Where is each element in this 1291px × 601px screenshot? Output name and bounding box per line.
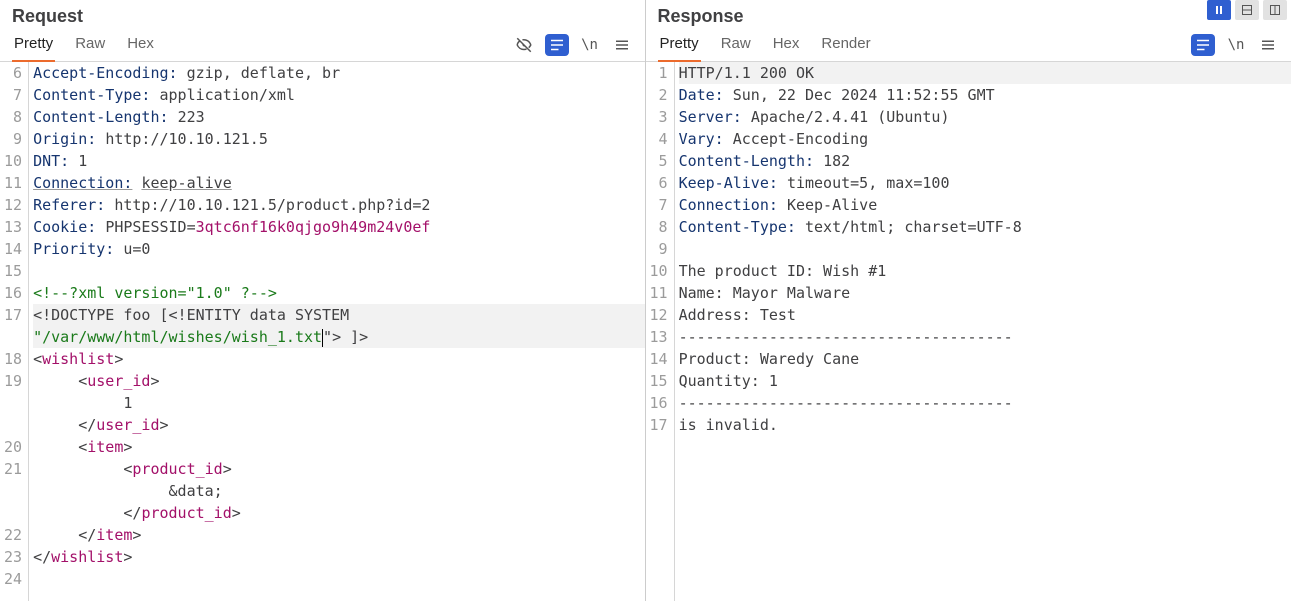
newline-icon[interactable]: \n xyxy=(579,34,601,56)
tab-pretty[interactable]: Pretty xyxy=(658,29,701,62)
response-title: Response xyxy=(646,0,1291,29)
wrap-toggle-icon[interactable] xyxy=(545,34,569,56)
request-tabbar: Pretty Raw Hex \n xyxy=(0,29,645,62)
tab-raw[interactable]: Raw xyxy=(719,29,753,62)
top-controls xyxy=(1207,0,1287,20)
response-tabbar: Pretty Raw Hex Render \n xyxy=(646,29,1291,62)
response-panel: Response Pretty Raw Hex Render \n 123456789… xyxy=(646,0,1291,601)
newline-icon[interactable]: \n xyxy=(1225,34,1247,56)
request-title: Request xyxy=(0,0,645,29)
menu-icon[interactable] xyxy=(1257,34,1279,56)
visibility-off-icon[interactable] xyxy=(513,34,535,56)
request-panel: Request Pretty Raw Hex \n 6789101112131415… xyxy=(0,0,646,601)
response-editor[interactable]: 1234567891011121314151617 HTTP/1.1 200 O… xyxy=(646,62,1291,601)
tab-hex[interactable]: Hex xyxy=(125,29,156,62)
tab-raw[interactable]: Raw xyxy=(73,29,107,62)
layout-vertical-button[interactable] xyxy=(1263,0,1287,20)
menu-icon[interactable] xyxy=(611,34,633,56)
tab-pretty[interactable]: Pretty xyxy=(12,29,55,62)
pause-button[interactable] xyxy=(1207,0,1231,20)
wrap-toggle-icon[interactable] xyxy=(1191,34,1215,56)
request-editor[interactable]: 6789101112131415161718192021222324 Accep… xyxy=(0,62,645,601)
layout-horizontal-button[interactable] xyxy=(1235,0,1259,20)
tab-hex[interactable]: Hex xyxy=(771,29,802,62)
tab-render[interactable]: Render xyxy=(819,29,872,62)
